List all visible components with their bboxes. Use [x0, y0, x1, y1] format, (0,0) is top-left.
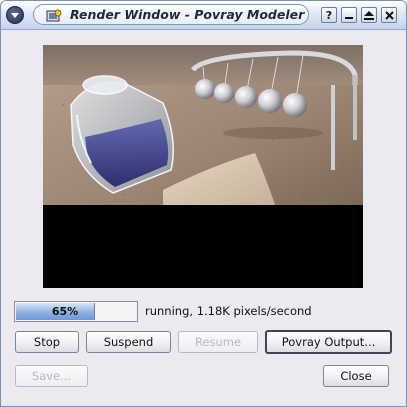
minimize-button[interactable]	[341, 7, 357, 23]
stop-button[interactable]: Stop	[15, 331, 79, 353]
title-bar[interactable]: Render Window - Povray Modeler ?	[1, 1, 406, 30]
povray-output-button[interactable]: Povray Output...	[265, 330, 392, 354]
close-button[interactable]: Close	[323, 365, 389, 387]
title-pill: Render Window - Povray Modeler	[33, 4, 309, 25]
render-preview	[43, 45, 363, 288]
close-icon	[384, 10, 394, 20]
povray-app-icon	[46, 8, 62, 22]
render-window: Render Window - Povray Modeler ? 65% run…	[0, 0, 407, 407]
minimize-icon	[345, 17, 353, 19]
maximize-icon	[364, 10, 374, 20]
maximize-button[interactable]	[361, 7, 377, 23]
resume-button[interactable]: Resume	[178, 331, 258, 353]
progress-percent-label: 65%	[51, 305, 79, 318]
help-button[interactable]: ?	[321, 7, 337, 23]
render-status-text: running, 1.18K pixels/second	[145, 304, 312, 318]
save-button[interactable]: Save...	[15, 365, 88, 387]
close-window-button[interactable]	[381, 7, 397, 23]
rendered-image	[43, 45, 363, 288]
suspend-button[interactable]: Suspend	[86, 331, 171, 353]
window-menu-icon[interactable]	[6, 6, 24, 24]
window-title: Render Window - Povray Modeler	[70, 7, 305, 22]
render-progress-bar: 65%	[14, 301, 138, 322]
